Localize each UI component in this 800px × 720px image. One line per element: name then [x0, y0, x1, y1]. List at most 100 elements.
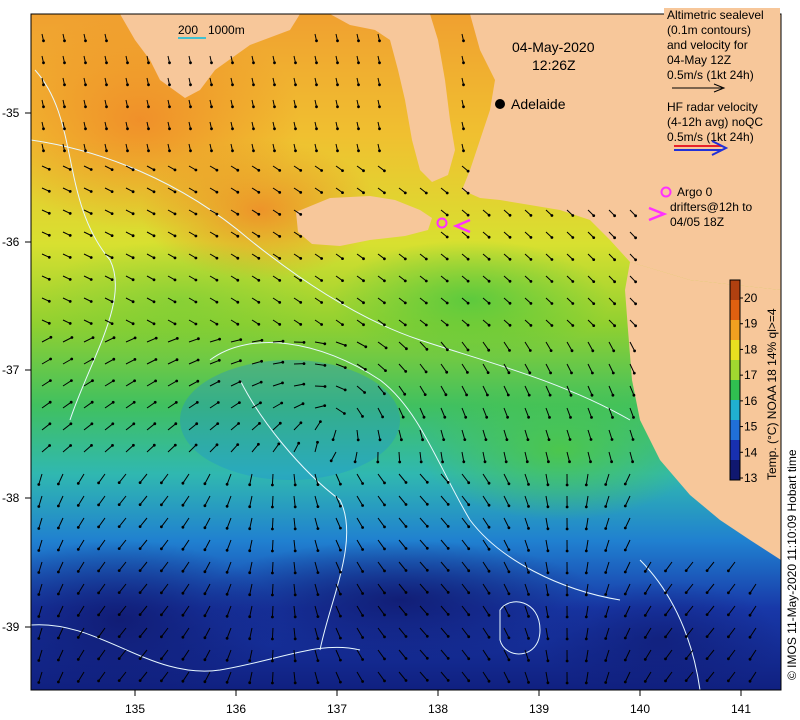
velocity-arrow-head — [203, 680, 207, 684]
velocity-arrow-head — [381, 415, 384, 419]
velocity-arrow-head — [441, 460, 444, 464]
velocity-arrow-head — [404, 503, 408, 506]
velocity-arrow-head — [138, 503, 142, 506]
velocity-arrow-head — [664, 569, 667, 573]
velocity-arrow-head — [117, 657, 121, 660]
velocity-arrow-head — [462, 61, 465, 65]
velocity-arrow-head — [405, 347, 408, 351]
velocity-arrow-head — [175, 337, 179, 340]
velocity-arrow-head — [153, 422, 157, 426]
velocity-arrow-head — [160, 525, 163, 529]
velocity-arrow-head — [194, 300, 198, 304]
velocity-arrow-head — [278, 301, 282, 304]
velocity-arrow — [271, 517, 274, 530]
velocity-arrow-head — [315, 127, 318, 131]
velocity-arrow-head — [404, 635, 408, 638]
velocity-arrow-head — [271, 681, 274, 685]
velocity-arrow-head — [467, 679, 471, 683]
velocity-arrow-head — [383, 657, 386, 661]
velocity-arrow-head — [462, 83, 465, 87]
velocity-arrow-head — [215, 234, 219, 238]
velocity-arrow-head — [258, 422, 261, 425]
velocity-arrow-head — [323, 364, 327, 367]
velocity-arrow-head — [271, 593, 274, 597]
velocity-arrow-head — [466, 301, 470, 305]
velocity-arrow-head — [323, 342, 327, 346]
velocity-arrow-head — [110, 278, 114, 281]
velocity-arrow-head — [168, 149, 171, 153]
altimetry-line-5: 0.5m/s (1kt 24h) — [667, 68, 754, 82]
velocity-arrow-head — [37, 505, 41, 508]
velocity-arrow-head — [271, 549, 274, 553]
velocity-arrow-head — [133, 336, 137, 340]
lat-tick-label: -38 — [2, 491, 20, 505]
velocity-arrow-head — [252, 105, 255, 109]
velocity-arrow-head — [384, 346, 388, 350]
velocity-arrow-head — [236, 322, 240, 326]
velocity-arrow-head — [446, 525, 450, 528]
velocity-arrow-head — [68, 300, 72, 303]
velocity-arrow-head — [341, 191, 344, 195]
velocity-arrow-head — [590, 416, 593, 419]
velocity-arrow-head — [42, 127, 45, 131]
velocity-arrow-head — [341, 301, 344, 304]
velocity-arrow — [271, 583, 274, 596]
velocity-arrow-head — [467, 591, 471, 595]
velocity-arrow-head — [462, 105, 465, 109]
velocity-arrow-head — [549, 349, 553, 352]
velocity-arrow-head — [173, 300, 177, 304]
velocity-arrow-head — [299, 257, 303, 260]
velocity-arrow-head — [423, 393, 427, 396]
velocity-arrow-head — [383, 613, 386, 617]
velocity-arrow-head — [84, 83, 87, 87]
velocity-arrow-head — [383, 569, 386, 573]
velocity-arrow-head — [361, 504, 364, 507]
velocity-arrow-head — [153, 400, 157, 404]
velocity-arrow-head — [364, 345, 368, 349]
velocity-arrow-head — [154, 358, 158, 361]
velocity-arrow-head — [508, 323, 512, 327]
velocity-arrow-head — [273, 127, 276, 131]
velocity-arrow-head — [97, 481, 100, 485]
velocity-arrow-head — [508, 213, 512, 217]
velocity-arrow-head — [76, 526, 80, 529]
velocity-arrow-head — [168, 61, 171, 65]
velocity-arrow-head — [257, 168, 261, 172]
velocity-arrow-head — [257, 212, 261, 216]
velocity-arrow-head — [168, 127, 171, 131]
velocity-arrow-head — [463, 438, 467, 441]
velocity-arrow-head — [168, 105, 171, 109]
velocity-arrow-head — [152, 256, 156, 260]
velocity-arrow-head — [147, 83, 150, 87]
velocity-arrow-head — [152, 443, 156, 447]
velocity-arrow-head — [173, 256, 177, 260]
velocity-arrow-head — [462, 460, 466, 464]
velocity-arrow-head — [133, 379, 137, 383]
velocity-arrow-head — [42, 149, 45, 153]
velocity-arrow-head — [445, 301, 449, 305]
velocity-arrow-head — [37, 593, 41, 596]
velocity-arrow-head — [634, 214, 637, 218]
velocity-arrow-head — [117, 503, 121, 506]
velocity-arrow-head — [425, 347, 429, 351]
velocity-arrow-head — [487, 279, 491, 283]
velocity-arrow-head — [383, 257, 386, 261]
velocity-arrow-head — [236, 278, 240, 282]
velocity-arrow-head — [504, 460, 508, 464]
velocity-arrow-head — [467, 635, 471, 639]
velocity-arrow-head — [37, 615, 41, 618]
velocity-arrow-head — [57, 636, 60, 640]
velocity-arrow-head — [613, 236, 616, 240]
velocity-arrow-head — [57, 592, 60, 596]
velocity-arrow-head — [278, 421, 282, 425]
velocity-arrow-head — [42, 61, 45, 65]
velocity-arrow-head — [203, 658, 207, 662]
velocity-arrow-head — [239, 338, 243, 341]
velocity-arrow-head — [89, 300, 93, 303]
velocity-arrow-head — [57, 680, 60, 684]
velocity-arrow-head — [271, 571, 274, 575]
velocity-arrow-head — [138, 525, 142, 528]
velocity-arrow-head — [339, 504, 342, 508]
velocity-arrow-head — [529, 302, 533, 305]
velocity-arrow-head — [526, 438, 530, 441]
